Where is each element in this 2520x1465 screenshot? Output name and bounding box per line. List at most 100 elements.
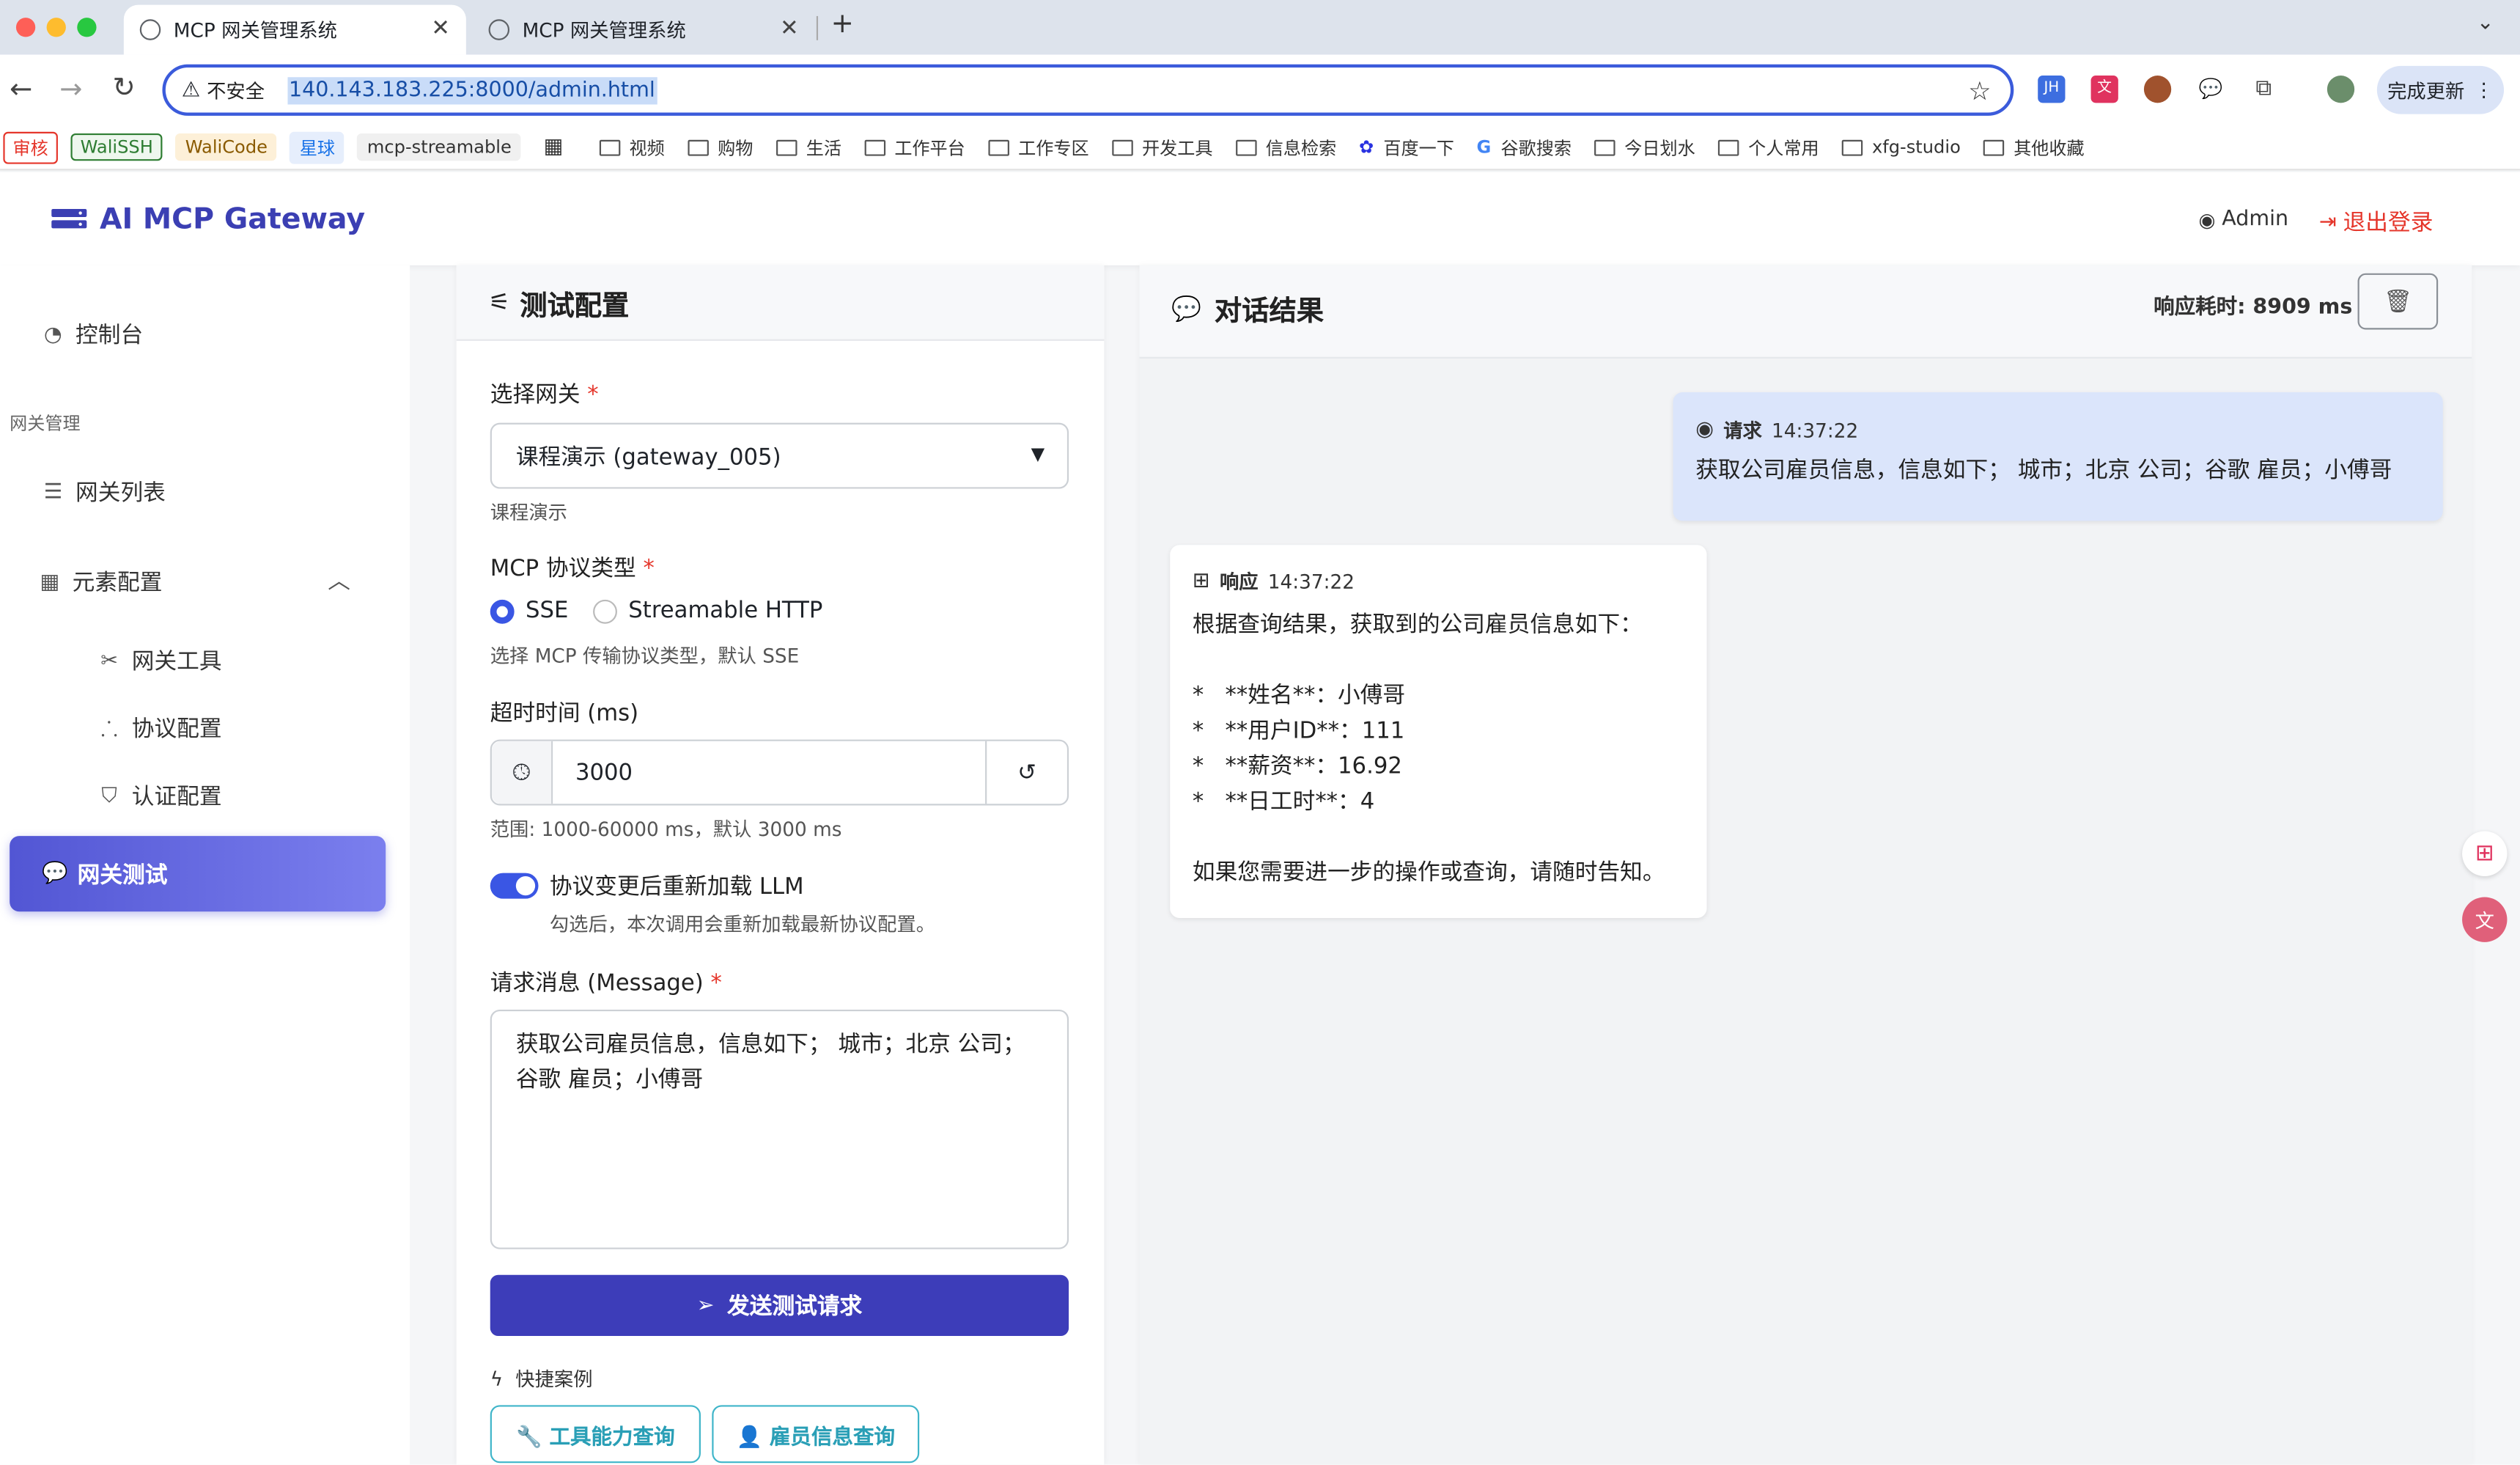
reload-llm-toggle[interactable] (490, 873, 539, 899)
sidebar-item-element-config[interactable]: ▦ 元素配置 ︿ (37, 566, 358, 598)
apps-grid-icon[interactable]: ▦ (544, 135, 564, 159)
chat-bubble-icon: 💬 (1171, 293, 1202, 323)
brand-logo[interactable]: AI MCP Gateway (51, 202, 365, 236)
message-time: 14:37:22 (1267, 570, 1355, 592)
quick-cases-label: ϟ 快捷案例 (490, 1367, 593, 1391)
logout-icon: ⇥ (2318, 210, 2337, 235)
extension-cookie-icon[interactable] (2143, 76, 2172, 103)
reset-timeout-button[interactable]: ↺ (985, 741, 1067, 804)
user-circle-icon: ◉ (2198, 208, 2216, 231)
back-arrow-icon[interactable]: ← (10, 74, 32, 106)
message-text: 获取公司雇员信息，信息如下； 城市；北京 公司；谷歌 雇员；小傅哥 (1695, 458, 2392, 484)
url-text[interactable]: 140.143.183.225:8000/admin.html (287, 76, 657, 104)
result-panel: 💬 对话结果 响应耗时: 8909 ms 🗑︎ ◉ 请求 14:37:22 获取… (1139, 265, 2472, 1465)
chevron-up-icon[interactable]: ︿ (328, 565, 350, 597)
clear-button[interactable]: 🗑︎ (2357, 273, 2439, 330)
quick-case-tools-button[interactable]: 🔧 工具能力查询 (490, 1405, 701, 1464)
browser-tab-active[interactable]: MCP 网关管理系统 ✕ (123, 4, 466, 55)
paper-plane-icon: ➢ (696, 1293, 715, 1318)
response-item: * **姓名**：小傅哥 (1192, 683, 1406, 709)
close-tab-icon[interactable]: ✕ (431, 16, 450, 42)
protocol-radio-sse[interactable]: SSE (490, 598, 569, 624)
address-bar[interactable]: ⚠ 不安全 140.143.183.225:8000/admin.html ☆ (162, 64, 2014, 116)
forward-arrow-icon[interactable]: → (59, 74, 82, 106)
floating-translate-icon[interactable]: 文 (2462, 897, 2508, 942)
bookmark-folder[interactable]: 购物 (687, 134, 753, 160)
bookmark-folder[interactable]: 个人常用 (1717, 134, 1819, 160)
brand-name: AI MCP Gateway (99, 202, 366, 237)
minimize-window-button[interactable] (46, 18, 66, 37)
google-g-icon: G (1476, 136, 1492, 158)
panel-title: 测试配置 (520, 290, 630, 323)
bookmark-folder[interactable]: 生活 (775, 134, 841, 160)
message-textarea[interactable]: 获取公司雇员信息，信息如下； 城市；北京 公司；谷歌 雇员；小傅哥 (490, 1009, 1069, 1249)
gateway-hint: 课程演示 (490, 502, 568, 524)
bookmark-link[interactable]: G 谷歌搜索 (1477, 134, 1572, 160)
response-message: ⊞ 响应 14:37:22 根据查询结果，获取到的公司雇员信息如下： * **姓… (1170, 545, 1707, 918)
bookmark-folder[interactable]: 工作专区 (987, 134, 1089, 160)
menu-dots-icon[interactable]: ⋮ (2475, 78, 2494, 101)
bookmark-folder[interactable]: 今日划水 (1594, 134, 1695, 160)
sidebar-item-label: 网关列表 (75, 480, 166, 507)
protocol-hint: 选择 MCP 传输协议类型，默认 SSE (490, 645, 800, 667)
sidebar-item-protocol-config[interactable]: ⸫ 协议配置 (97, 712, 222, 744)
logout-label: 退出登录 (2343, 210, 2434, 237)
send-test-request-button[interactable]: ➢ 发送测试请求 (490, 1274, 1069, 1337)
bookmark-link[interactable]: ✿ 百度一下 (1359, 134, 1454, 160)
timeout-hint: 范围: 1000-60000 ms，默认 3000 ms (490, 818, 842, 841)
sidebar-item-auth-config[interactable]: ⛉ 认证配置 (97, 779, 221, 812)
response-item: * **日工时**：4 (1192, 789, 1375, 815)
tab-search-chevron-icon[interactable]: ⌄ (2477, 11, 2494, 35)
reload-icon[interactable]: ↻ (112, 73, 135, 105)
extension-jh-icon[interactable]: JH (2038, 76, 2066, 103)
folder-icon (863, 139, 885, 155)
extension-translate-icon[interactable]: 文 (2090, 76, 2118, 103)
bookmark-chip[interactable]: WaliSSH (70, 133, 163, 161)
security-label: 不安全 (207, 79, 265, 103)
sidebar-item-gateway-tools[interactable]: ✂ 网关工具 (97, 645, 222, 677)
bookmark-folder[interactable]: 开发工具 (1111, 134, 1212, 160)
result-title: 💬 对话结果 (1171, 293, 1325, 328)
gateway-select[interactable]: 课程演示 (gateway_005) ▼ (490, 422, 1069, 489)
sidebar-item-label: 协议配置 (131, 716, 222, 743)
message-meta: ◉ 请求 14:37:22 (1695, 416, 2420, 444)
bookmark-folder[interactable]: xfg-studio (1841, 136, 1961, 158)
bookmark-chip[interactable]: 星球 (290, 131, 345, 164)
close-tab-icon[interactable]: ✕ (780, 16, 799, 42)
chevron-down-icon: ▼ (1031, 444, 1045, 465)
bookmark-folder[interactable]: 信息检索 (1235, 134, 1336, 160)
protocol-radio-streamable[interactable]: Streamable HTTP (593, 598, 822, 624)
sidebar-item-label: 元素配置 (72, 570, 163, 597)
bookmark-folder[interactable]: 视频 (598, 134, 665, 160)
warning-icon: ⚠ (181, 78, 201, 103)
bookmark-star-icon[interactable]: ☆ (1968, 76, 1991, 106)
folder-icon (598, 139, 620, 155)
new-tab-button[interactable]: + (831, 8, 854, 40)
quick-case-employee-button[interactable]: 👤 雇员信息查询 (712, 1405, 920, 1464)
sidebar-item-dashboard[interactable]: ◔ 控制台 (40, 318, 143, 350)
bookmark-folder[interactable]: 其他收藏 (1983, 134, 2085, 160)
sidebar-item-gateway-list[interactable]: ☰ 网关列表 (40, 476, 166, 508)
sidebar-section-label: 网关管理 (10, 413, 81, 435)
bookmark-chip[interactable]: WaliCode (175, 133, 278, 161)
bookmark-chip[interactable]: 审核 (3, 131, 58, 164)
radio-unchecked-icon (593, 598, 617, 623)
response-outro: 如果您需要进一步的操作或查询，请随时告知。 (1192, 860, 1665, 886)
profile-avatar[interactable] (2326, 76, 2355, 103)
timeout-input[interactable]: 3000 (553, 741, 985, 804)
user-menu[interactable]: ◉ Admin (2198, 208, 2288, 232)
extension-chat-icon[interactable]: 💬 (2197, 76, 2224, 103)
update-button[interactable]: 完成更新 ⋮ (2376, 65, 2505, 114)
logout-button[interactable]: ⇥ 退出登录 (2319, 206, 2433, 238)
sidebar-item-gateway-test[interactable]: 💬 网关测试 (10, 836, 386, 912)
bookmark-chip[interactable]: mcp-streamable (357, 133, 521, 161)
maximize-window-button[interactable] (77, 18, 97, 37)
radio-label: SSE (525, 598, 569, 624)
sidebar-item-label: 网关工具 (131, 649, 222, 675)
gateway-select-value: 课程演示 (gateway_005) (515, 444, 781, 471)
close-window-button[interactable] (15, 18, 36, 37)
bookmark-folder[interactable]: 工作平台 (863, 134, 965, 160)
extensions-puzzle-icon[interactable]: ⧉ (2250, 76, 2277, 103)
browser-tab[interactable]: MCP 网关管理系统 ✕ (473, 5, 815, 55)
floating-add-grid-icon[interactable]: ⊞ (2462, 831, 2508, 876)
